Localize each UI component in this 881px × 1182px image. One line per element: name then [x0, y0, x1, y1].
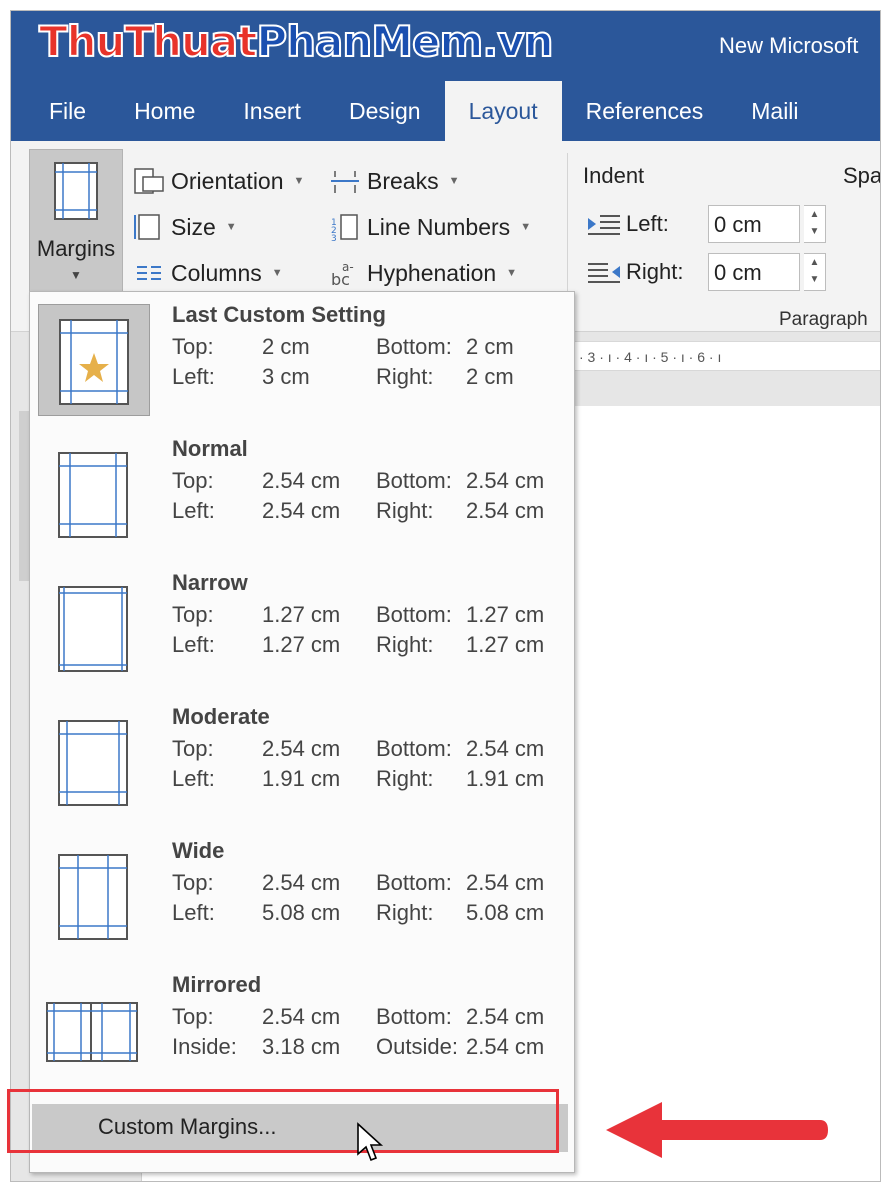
option-name: Narrow	[172, 570, 248, 595]
size-button[interactable]: Size ▼	[133, 213, 237, 241]
columns-button[interactable]: Columns ▼	[133, 259, 283, 287]
indent-right-input[interactable]: 0 cm	[708, 253, 800, 291]
breaks-button[interactable]: Breaks ▼	[329, 167, 459, 195]
margin-option-narrow[interactable]: Narrow Top: 1.27 cm Bottom: 1.27 cm Left: 1.…	[30, 560, 574, 694]
size-icon	[134, 214, 160, 240]
margin-option-mirrored[interactable]: Mirrored Top: 2.54 cm Bottom: 2.54 cm Insid…	[30, 962, 574, 1096]
indent-right-icon	[588, 263, 620, 283]
spacing-group-title: Spa	[843, 163, 881, 188]
chevron-down-icon: ▼	[448, 175, 460, 187]
tab-file[interactable]: File	[11, 81, 110, 141]
chevron-down-icon: ▼	[520, 221, 532, 233]
margins-dropdown: Last Custom Setting Top: 2 cm Bottom: 2 cm …	[29, 291, 575, 1173]
option-name: Wide	[172, 838, 225, 863]
chevron-down-icon: ▼	[70, 268, 82, 282]
option-icon-frame	[38, 304, 150, 416]
option-icon-frame	[38, 840, 150, 952]
indent-left-input[interactable]: 0 cm	[708, 205, 800, 243]
orientation-icon	[134, 168, 164, 194]
highlight-box	[7, 1089, 559, 1153]
columns-icon	[137, 266, 161, 280]
option-name: Normal	[172, 436, 248, 461]
tab-home[interactable]: Home	[110, 81, 219, 141]
page-narrow-icon	[58, 586, 128, 672]
indent-right-label: Right:	[626, 259, 684, 284]
page-mirrored-icon	[46, 1002, 138, 1062]
chevron-down-icon: ▼	[506, 267, 518, 279]
indent-group-title: Indent	[583, 163, 645, 188]
chevron-down-icon: ▼	[225, 221, 237, 233]
page-star-icon	[59, 319, 129, 405]
mouse-pointer-icon	[357, 1122, 384, 1162]
margins-icon	[54, 162, 98, 220]
watermark-logo: ThuThuatPhanMem.vn	[38, 16, 555, 67]
page-wide-icon	[58, 854, 128, 940]
svg-text:3: 3	[331, 234, 337, 241]
document-title: New Microsoft	[719, 33, 859, 58]
margin-option-moderate[interactable]: Moderate Top: 2.54 cm Bottom: 2.54 cm Left:…	[30, 694, 574, 828]
indent-left-row: Left: 0 cm ▲ ▼	[586, 205, 826, 243]
option-icon-frame	[38, 974, 150, 1086]
red-arrow-icon	[606, 1102, 828, 1158]
indent-right-spinner[interactable]: ▲ ▼	[804, 253, 826, 291]
chevron-down-icon: ▼	[293, 175, 305, 187]
indent-right-row: Right: 0 cm ▲ ▼	[586, 253, 826, 291]
margins-button[interactable]: Margins ▼	[29, 149, 123, 295]
hyphenation-icon: bca-	[331, 260, 354, 287]
svg-text:a-: a-	[342, 260, 354, 274]
margin-option-wide[interactable]: Wide Top: 2.54 cm Bottom: 2.54 cm Left: 5.08…	[30, 828, 574, 962]
breaks-icon	[331, 171, 359, 193]
margins-label: Margins	[36, 236, 116, 261]
option-icon-frame	[38, 438, 150, 550]
margin-option-normal[interactable]: Normal Top: 2.54 cm Bottom: 2.54 cm Left: 2.…	[30, 426, 574, 560]
ribbon-tabs: File Home Insert Design Layout Reference…	[11, 81, 823, 141]
group-divider	[567, 153, 568, 303]
hyphenation-button[interactable]: bc a- Hyphenation ▼	[329, 259, 518, 288]
indent-left-spinner[interactable]: ▲ ▼	[804, 205, 826, 243]
tab-layout[interactable]: Layout	[444, 81, 562, 141]
tab-design[interactable]: Design	[325, 81, 445, 141]
option-icon-frame	[38, 706, 150, 818]
tab-mailings[interactable]: Maili	[727, 81, 822, 141]
option-name: Last Custom Setting	[172, 302, 386, 327]
title-bar: ThuThuatPhanMem.vn New Microsoft File Ho…	[11, 11, 880, 141]
indent-left-icon	[588, 215, 620, 235]
horizontal-ruler[interactable]: · 3 · ı · 4 · ı · 5 · ı · 6 · ı	[571, 341, 880, 371]
margin-option-last-custom[interactable]: Last Custom Setting Top: 2 cm Bottom: 2 cm …	[30, 292, 574, 426]
option-name: Mirrored	[172, 972, 262, 997]
page-moderate-icon	[58, 720, 128, 806]
tab-references[interactable]: References	[562, 81, 728, 141]
line-numbers-icon: 123	[331, 214, 358, 241]
option-name: Moderate	[172, 704, 270, 729]
word-window: ThuThuatPhanMem.vn New Microsoft File Ho…	[10, 10, 881, 1182]
page-normal-icon	[58, 452, 128, 538]
option-icon-frame	[38, 572, 150, 684]
paragraph-group-label: Paragraph	[779, 309, 868, 330]
line-numbers-button[interactable]: 123 Line Numbers ▼	[329, 213, 532, 242]
indent-left-label: Left:	[626, 211, 669, 236]
orientation-button[interactable]: Orientation ▼	[133, 167, 304, 195]
tab-insert[interactable]: Insert	[219, 81, 325, 141]
chevron-down-icon: ▼	[271, 267, 283, 279]
